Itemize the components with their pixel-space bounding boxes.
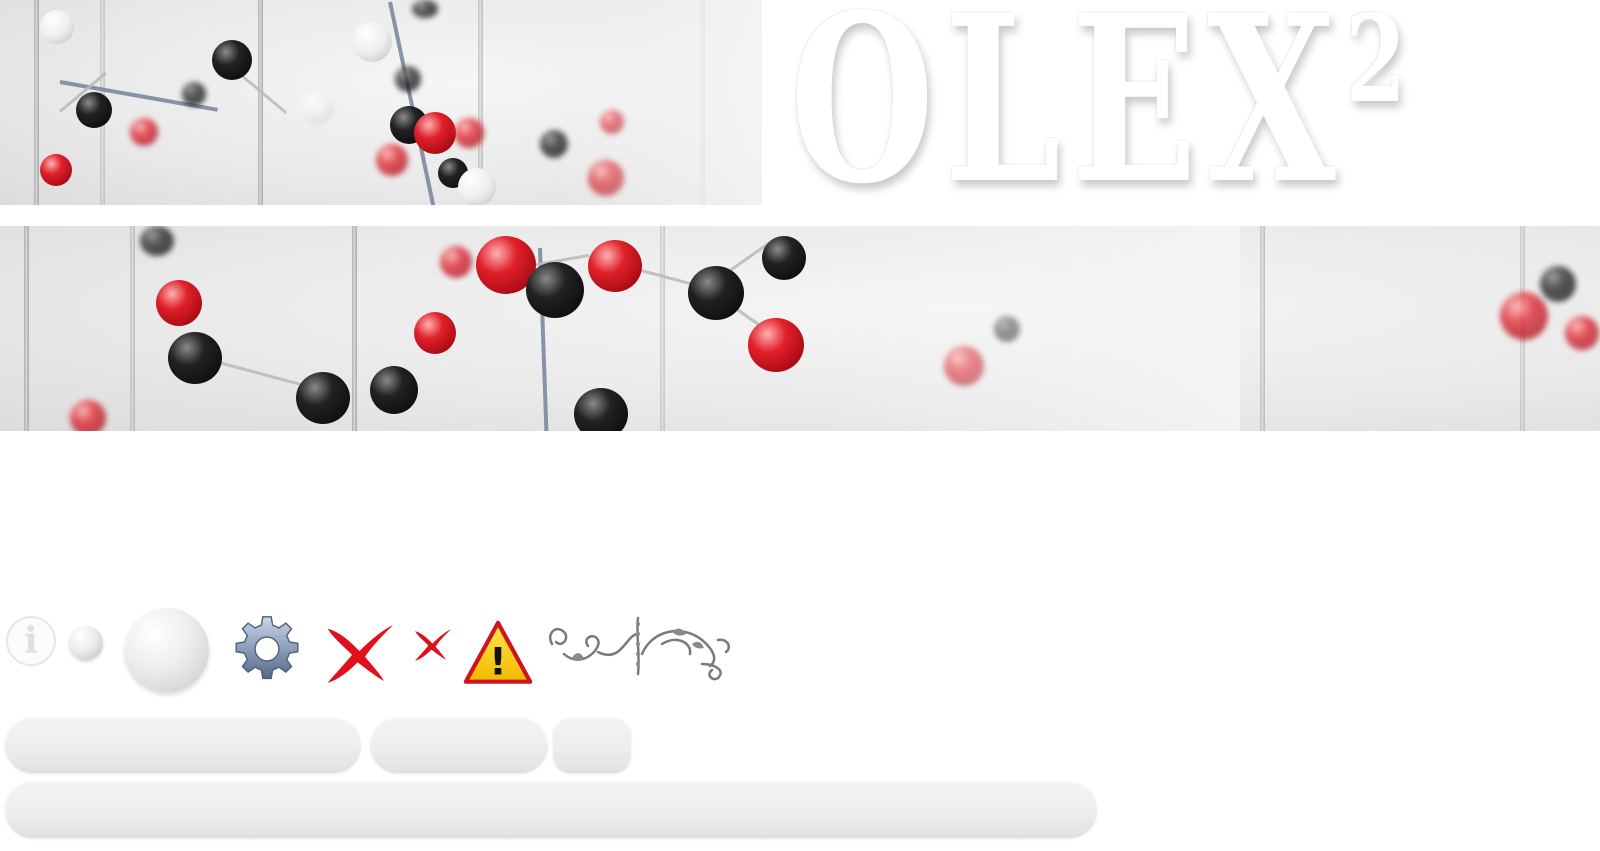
- blank-button-3[interactable]: [554, 717, 630, 771]
- blank-button-1[interactable]: [6, 717, 360, 771]
- icon-row: i !: [0, 600, 760, 700]
- molecule-model-photo-band: [0, 226, 1600, 431]
- large-orb-icon[interactable]: [125, 608, 209, 692]
- ornament-icon: [548, 616, 730, 681]
- small-orb-icon[interactable]: [69, 626, 103, 660]
- blank-button-2[interactable]: [371, 717, 547, 771]
- warning-glyph: !: [489, 640, 506, 684]
- info-icon[interactable]: i: [6, 616, 56, 666]
- olex2-logo: OLEX2: [790, 0, 1416, 235]
- warning-icon[interactable]: !: [463, 620, 533, 686]
- cross-small-icon[interactable]: [410, 626, 455, 662]
- molecule-model-photo-top: [0, 0, 762, 205]
- gear-icon[interactable]: [232, 614, 302, 684]
- blank-wide-bar[interactable]: [6, 781, 1096, 836]
- cross-large-icon[interactable]: [322, 618, 397, 686]
